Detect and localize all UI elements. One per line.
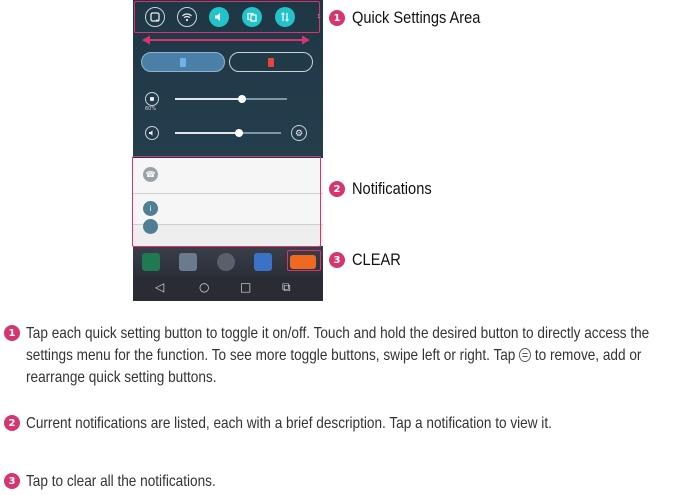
callout-notifications: 2 Notifications [329, 179, 445, 199]
edit-quick-settings-icon [519, 348, 532, 362]
description-item-3: 3 Tap to clear all the notifications. [4, 471, 688, 493]
recents-icon[interactable]: □ [240, 280, 251, 294]
description-number: 3 [4, 473, 20, 489]
description-number: 1 [4, 325, 20, 341]
sim-2-button[interactable] [229, 52, 313, 72]
dual-window-icon[interactable]: ⧉ [282, 280, 291, 295]
home-icon[interactable]: ○ [199, 280, 209, 294]
gear-icon[interactable]: ⚙ [291, 125, 307, 141]
notifications-highlight [132, 156, 321, 247]
brightness-percent: 60% [145, 106, 157, 112]
description-text: Current notifications are listed, each w… [26, 415, 552, 432]
callout-clear: 3 CLEAR [329, 250, 409, 270]
phone-app-icon[interactable] [142, 253, 160, 271]
callout-number: 3 [329, 252, 345, 268]
swipe-arrow-icon [142, 35, 310, 45]
back-icon[interactable]: ◁ [155, 280, 164, 294]
description-item-1: 1 Tap each quick setting button to toggl… [4, 323, 688, 393]
clear-highlight [287, 250, 321, 271]
callout-label: Notifications [352, 179, 432, 198]
brightness-track[interactable] [175, 98, 287, 100]
browser-app-icon[interactable] [254, 253, 272, 271]
volume-track[interactable] [175, 132, 281, 134]
callout-number: 2 [329, 181, 345, 197]
description-item-2: 2 Current notifications are listed, each… [4, 413, 688, 457]
volume-icon [145, 126, 159, 140]
callout-number: 1 [329, 10, 345, 26]
brightness-thumb[interactable] [238, 95, 247, 103]
volume-slider: ⚙ [141, 123, 313, 143]
sim-1-icon [180, 57, 186, 67]
description-text: Tap to clear all the notifications. [26, 473, 216, 490]
description-number: 2 [4, 415, 20, 431]
callout-label: Quick Settings Area [352, 8, 481, 27]
sim-2-icon [268, 57, 274, 67]
volume-thumb[interactable] [234, 129, 243, 137]
callout-label: CLEAR [352, 250, 401, 269]
brightness-slider: 60% [141, 89, 313, 112]
description-text: Tap each quick setting button to toggle … [26, 323, 682, 389]
quick-settings-highlight [134, 1, 320, 33]
navigation-bar: ◁ ○ □ ⧉ [133, 276, 323, 301]
sim-selector [141, 52, 313, 72]
callout-quick-settings: 1 Quick Settings Area [329, 8, 501, 28]
brightness-icon [145, 92, 159, 106]
contacts-app-icon[interactable] [179, 253, 197, 271]
sim-1-button[interactable] [141, 52, 225, 72]
apps-icon[interactable] [217, 253, 235, 271]
